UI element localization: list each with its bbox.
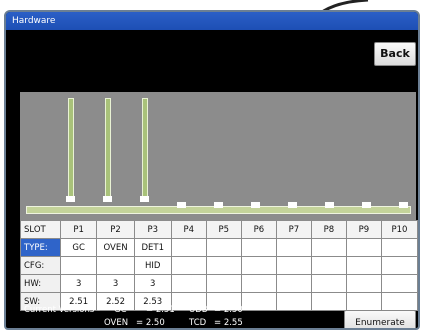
- cfg-cell[interactable]: [345, 256, 382, 275]
- slot-name[interactable]: P1: [59, 220, 98, 239]
- type-cell[interactable]: [275, 238, 312, 257]
- cfg-cell[interactable]: HID: [133, 256, 172, 275]
- slot-table: SLOT P1 P2 P3 P4 P5 P6 P7 P8 P9 P10 TYPE…: [20, 220, 418, 311]
- current-versions: Current Versions - GC = 2.51 UDB = 2.50 …: [24, 304, 284, 328]
- type-cell[interactable]: [205, 238, 242, 257]
- slot-marker-p10: [399, 202, 408, 208]
- slot-name[interactable]: P6: [240, 220, 277, 239]
- hw-cell[interactable]: [275, 274, 312, 293]
- type-cell[interactable]: [345, 238, 382, 257]
- slot-marker-p7: [288, 202, 297, 208]
- slot-header-row: SLOT P1 P2 P3 P4 P5 P6 P7 P8 P9 P10: [20, 220, 418, 239]
- hw-cell[interactable]: 3: [96, 274, 135, 293]
- hw-cell[interactable]: 3: [133, 274, 172, 293]
- udb-label: UDB: [189, 305, 208, 315]
- hw-cell[interactable]: [310, 274, 347, 293]
- hardware-window: Hardware Back SLOT P1 P2 P3 P4 P5 P6 P7 …: [4, 10, 420, 330]
- hw-cell[interactable]: [170, 274, 207, 293]
- row-label-type[interactable]: TYPE:: [20, 238, 61, 257]
- sw-cell[interactable]: [345, 292, 382, 311]
- cfg-row: CFG: HID: [20, 256, 418, 275]
- tcd-label: TCD: [189, 318, 207, 328]
- cfg-cell[interactable]: [310, 256, 347, 275]
- enumerate-button[interactable]: Enumerate: [344, 310, 416, 328]
- row-label-slot: SLOT: [20, 220, 61, 239]
- slot-bar-p1: [68, 98, 74, 198]
- type-cell[interactable]: [380, 238, 418, 257]
- slot-marker-p2: [103, 196, 112, 202]
- tcd-version: = 2.55: [214, 318, 243, 328]
- sw-cell[interactable]: [310, 292, 347, 311]
- type-cell[interactable]: GC: [59, 238, 98, 257]
- slot-marker-p6: [251, 202, 260, 208]
- hw-cell[interactable]: [345, 274, 382, 293]
- cfg-cell[interactable]: [96, 256, 135, 275]
- slot-name[interactable]: P4: [170, 220, 207, 239]
- slot-visual-panel: [20, 92, 416, 220]
- slot-marker-p1: [66, 196, 75, 202]
- udb-version: = 2.50: [214, 305, 243, 315]
- slot-marker-p9: [362, 202, 371, 208]
- row-label-cfg[interactable]: CFG:: [20, 256, 61, 275]
- slot-marker-p5: [214, 202, 223, 208]
- cfg-cell[interactable]: [380, 256, 418, 275]
- sw-cell[interactable]: [380, 292, 418, 311]
- slot-name[interactable]: P8: [310, 220, 347, 239]
- slot-marker-p4: [177, 202, 186, 208]
- hw-cell[interactable]: 3: [59, 274, 98, 293]
- oven-label: OVEN: [104, 318, 129, 328]
- versions-label: Current Versions -: [24, 305, 101, 315]
- slot-marker-p3: [140, 196, 149, 202]
- row-label-hw[interactable]: HW:: [20, 274, 61, 293]
- cfg-cell[interactable]: [275, 256, 312, 275]
- gc-version: = 2.51: [146, 305, 175, 315]
- type-cell[interactable]: [310, 238, 347, 257]
- hw-cell[interactable]: [380, 274, 418, 293]
- cfg-cell[interactable]: [59, 256, 98, 275]
- slot-marker-p8: [325, 202, 334, 208]
- back-button[interactable]: Back: [374, 42, 416, 66]
- cfg-cell[interactable]: [170, 256, 207, 275]
- hw-cell[interactable]: [240, 274, 277, 293]
- slot-bar-p3: [142, 98, 148, 198]
- hw-cell[interactable]: [205, 274, 242, 293]
- type-cell[interactable]: DET1: [133, 238, 172, 257]
- slot-name[interactable]: P5: [205, 220, 242, 239]
- slot-name[interactable]: P2: [96, 220, 135, 239]
- slot-name[interactable]: P7: [275, 220, 312, 239]
- cfg-cell[interactable]: [240, 256, 277, 275]
- window-title: Hardware: [6, 12, 418, 30]
- type-cell[interactable]: [240, 238, 277, 257]
- type-cell[interactable]: OVEN: [96, 238, 135, 257]
- cfg-cell[interactable]: [205, 256, 242, 275]
- slot-name[interactable]: P10: [380, 220, 418, 239]
- type-cell[interactable]: [170, 238, 207, 257]
- slot-name[interactable]: P3: [133, 220, 172, 239]
- slot-name[interactable]: P9: [345, 220, 382, 239]
- hw-row: HW: 3 3 3: [20, 274, 418, 293]
- type-row: TYPE: GC OVEN DET1: [20, 238, 418, 257]
- gc-label: GC: [114, 305, 127, 315]
- slot-bar-p2: [105, 98, 111, 198]
- oven-version: = 2.50: [136, 318, 165, 328]
